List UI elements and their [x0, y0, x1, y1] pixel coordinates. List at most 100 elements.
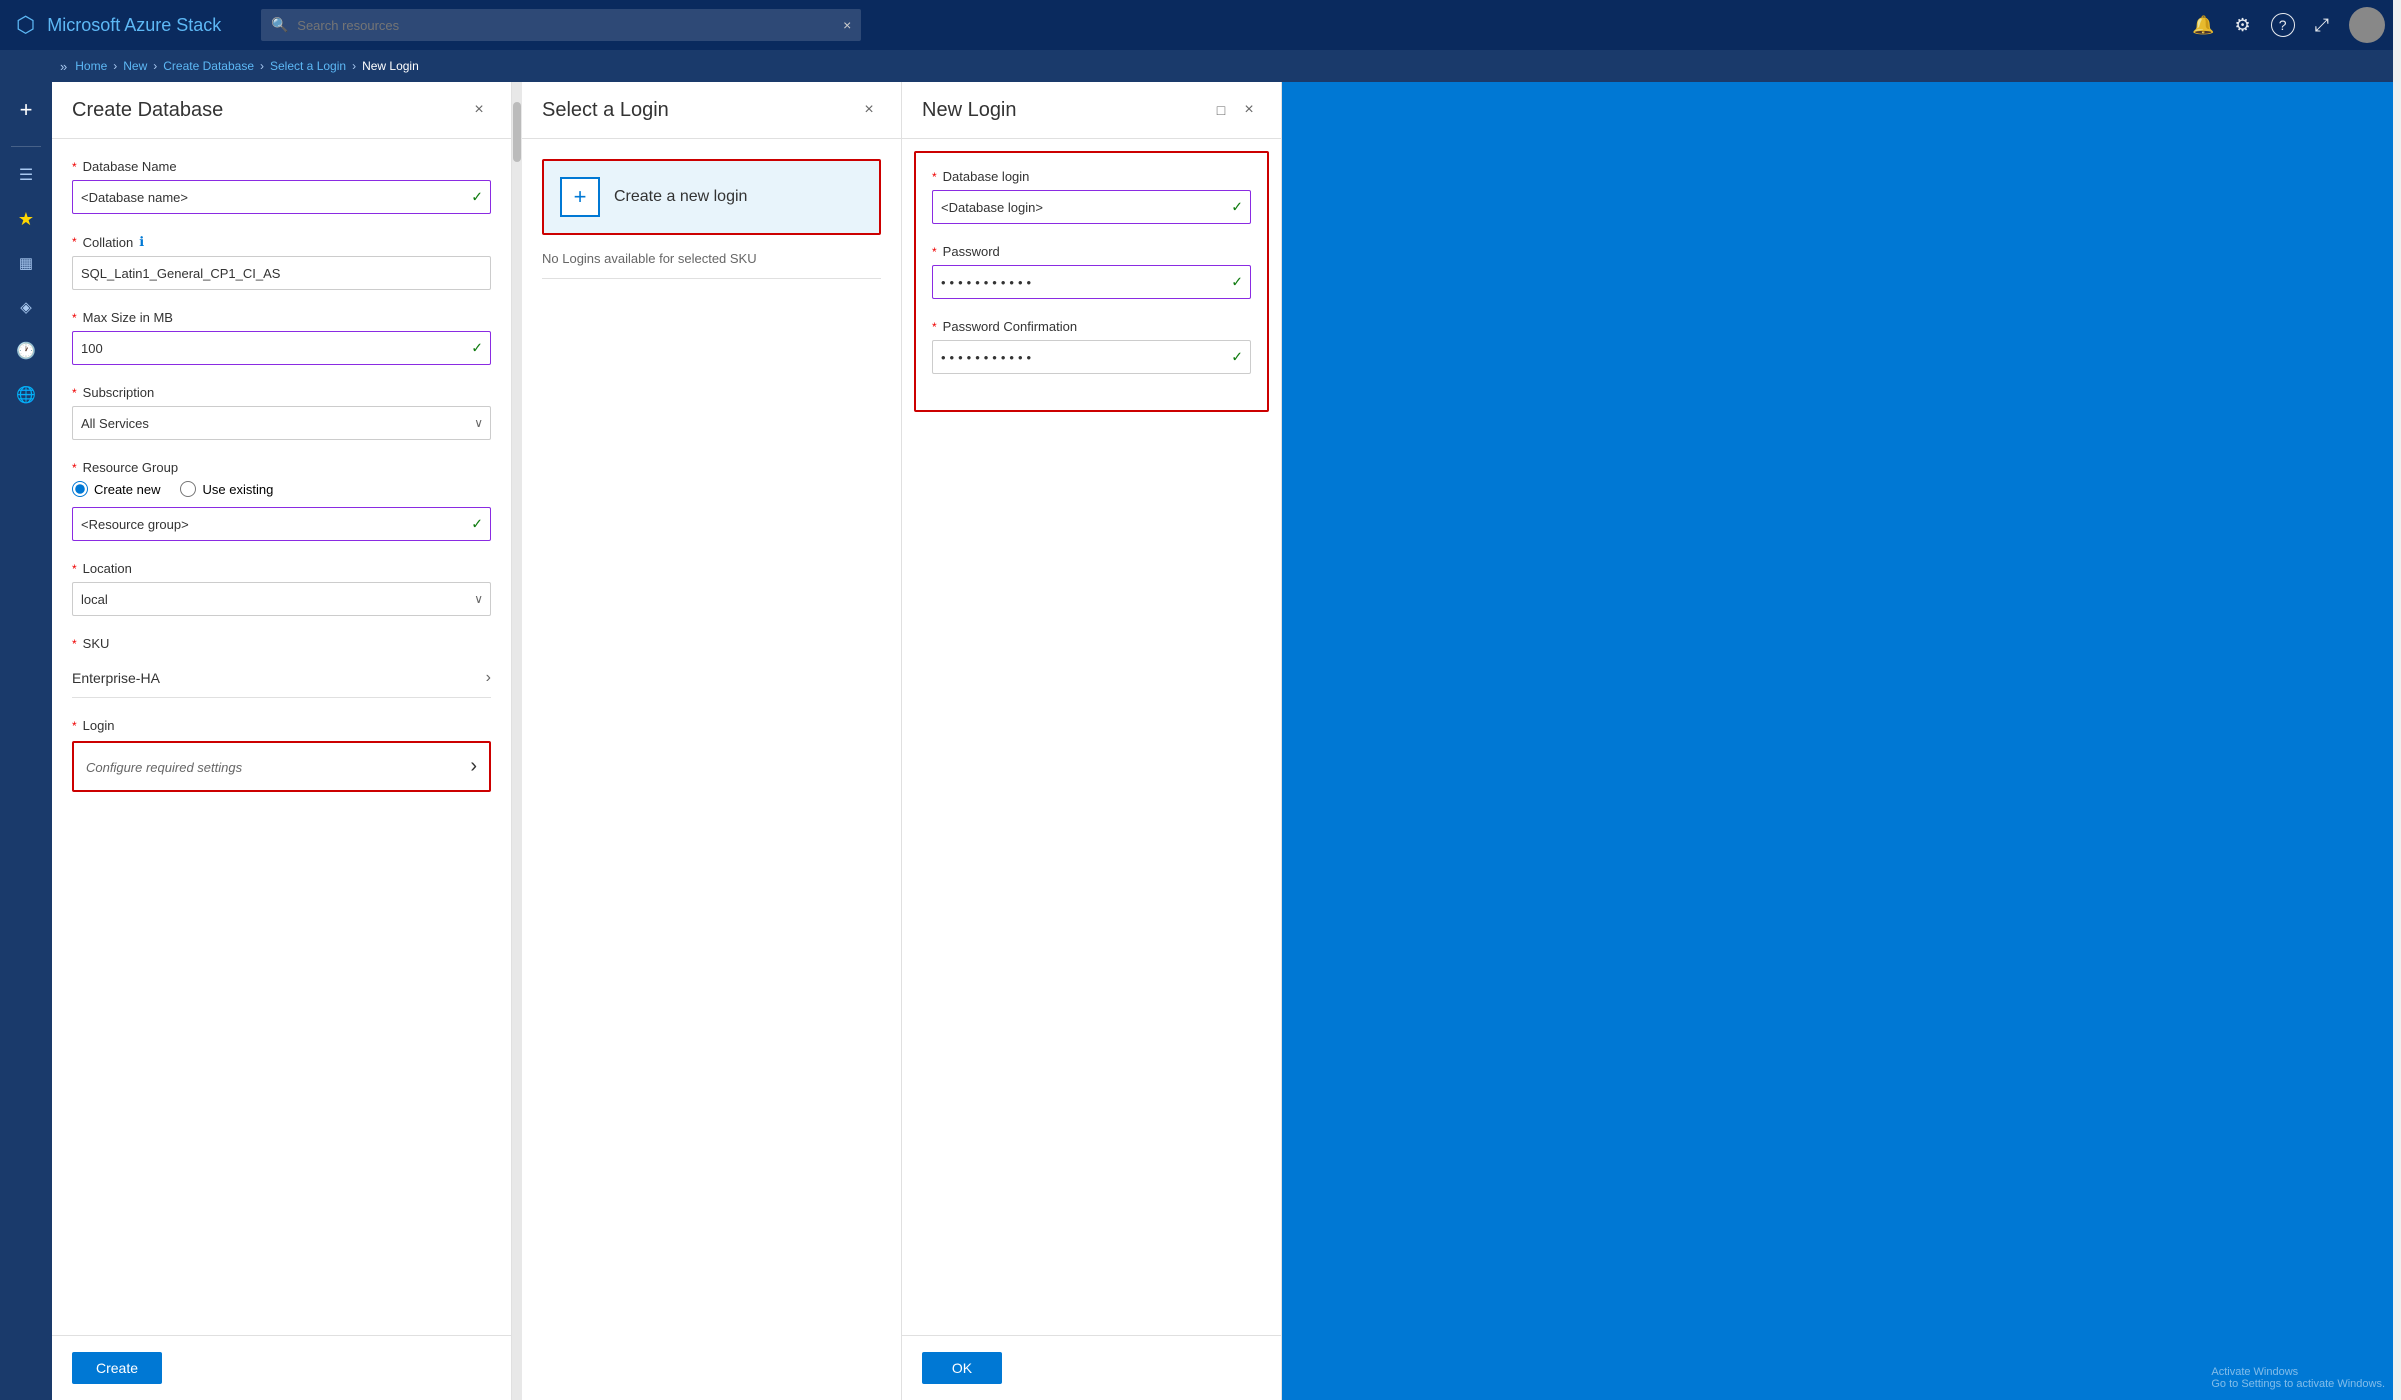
- sidebar-globe-icon[interactable]: 🌐: [6, 375, 46, 415]
- no-logins-text: No Logins available for selected SKU: [542, 251, 881, 279]
- panel1-scrollbar: [512, 82, 522, 1400]
- breadcrumb-expand-icon[interactable]: »: [60, 59, 67, 74]
- sku-required: *: [72, 637, 77, 651]
- ok-button[interactable]: OK: [922, 1352, 1002, 1384]
- login-row-content: Configure required settings: [86, 758, 242, 775]
- azure-logo-icon: ⬡: [16, 12, 35, 38]
- location-select[interactable]: local: [72, 582, 491, 616]
- search-input[interactable]: [261, 9, 861, 41]
- create-database-footer: Create: [52, 1335, 511, 1400]
- location-required: *: [72, 562, 77, 576]
- breadcrumb-create-db[interactable]: Create Database: [163, 59, 254, 73]
- resource-group-input-wrapper: ✓: [72, 507, 491, 541]
- gear-icon[interactable]: ⚙: [2234, 15, 2250, 36]
- subscription-group: * Subscription All Services ∨: [72, 385, 491, 440]
- feedback-icon[interactable]: ⤢: [2315, 15, 2329, 36]
- sidebar-favorites-icon[interactable]: ★: [6, 199, 46, 239]
- database-name-input-wrapper: ✓: [72, 180, 491, 214]
- right-blue-area: Activate WindowsGo to Settings to activa…: [1282, 82, 2401, 1400]
- breadcrumb: » Home › New › Create Database › Select …: [0, 50, 2401, 82]
- login-label: * Login: [72, 718, 491, 733]
- db-login-input[interactable]: [932, 190, 1251, 224]
- user-avatar[interactable]: [2349, 7, 2385, 43]
- search-bar: 🔍 ×: [261, 9, 861, 41]
- subscription-select-wrapper: All Services ∨: [72, 406, 491, 440]
- new-login-maximize-icon[interactable]: □: [1209, 98, 1233, 122]
- subscription-select[interactable]: All Services: [72, 406, 491, 440]
- password-confirm-input-wrapper: ✓: [932, 340, 1251, 374]
- password-check-icon: ✓: [1231, 274, 1243, 291]
- new-login-header-actions: □ ×: [1209, 98, 1261, 122]
- select-login-title: Select a Login: [542, 99, 669, 122]
- breadcrumb-home[interactable]: Home: [75, 59, 107, 73]
- radio-create-new-input[interactable]: [72, 481, 88, 497]
- new-login-close-button[interactable]: ×: [1237, 98, 1261, 122]
- new-login-panel: New Login □ × * Database login: [902, 82, 1282, 1400]
- app-title: Microsoft Azure Stack: [47, 15, 221, 36]
- db-login-group: * Database login ✓: [932, 169, 1251, 224]
- database-name-input[interactable]: [72, 180, 491, 214]
- create-database-close-button[interactable]: ×: [467, 98, 491, 122]
- rg-required: *: [72, 461, 77, 475]
- location-label: * Location: [72, 561, 491, 576]
- sidebar-dashboard-icon[interactable]: ▦: [6, 243, 46, 283]
- password-confirm-input[interactable]: [932, 340, 1251, 374]
- plus-box-icon: +: [560, 177, 600, 217]
- collation-required: *: [72, 235, 77, 249]
- sku-group: * SKU Enterprise-HA ›: [72, 636, 491, 698]
- radio-create-new[interactable]: Create new: [72, 481, 160, 497]
- password-confirm-check-icon: ✓: [1231, 349, 1243, 366]
- breadcrumb-new[interactable]: New: [123, 59, 147, 73]
- create-button[interactable]: Create: [72, 1352, 162, 1384]
- login-required: *: [72, 719, 77, 733]
- db-login-required: *: [932, 170, 937, 184]
- radio-use-existing[interactable]: Use existing: [180, 481, 273, 497]
- bell-icon[interactable]: 🔔: [2192, 15, 2214, 36]
- login-chevron-icon: ›: [470, 755, 477, 778]
- password-group: * Password ✓: [932, 244, 1251, 299]
- main-layout: + ☰ ★ ▦ ◈ 🕐 🌐 Create Database × *: [0, 82, 2401, 1400]
- collation-group: * Collation ℹ: [72, 234, 491, 290]
- resource-group-input[interactable]: [72, 507, 491, 541]
- db-login-check-icon: ✓: [1231, 199, 1243, 216]
- sku-row[interactable]: Enterprise-HA ›: [72, 659, 491, 698]
- collation-input[interactable]: [72, 256, 491, 290]
- breadcrumb-sep-1: ›: [113, 59, 117, 73]
- select-login-close-button[interactable]: ×: [857, 98, 881, 122]
- sidebar: + ☰ ★ ▦ ◈ 🕐 🌐: [0, 82, 52, 1400]
- select-login-panel: Select a Login × + Create a new login No…: [522, 82, 902, 1400]
- password-input[interactable]: [932, 265, 1251, 299]
- create-database-title: Create Database: [72, 99, 223, 122]
- max-size-input[interactable]: [72, 331, 491, 365]
- max-size-group: * Max Size in MB ✓: [72, 310, 491, 365]
- max-size-check-icon: ✓: [471, 340, 483, 357]
- db-login-label: * Database login: [932, 169, 1251, 184]
- breadcrumb-sep-3: ›: [260, 59, 264, 73]
- top-nav: ⬡ Microsoft Azure Stack 🔍 × 🔔 ⚙ ? ⤢: [0, 0, 2401, 50]
- sidebar-history-icon[interactable]: 🕐: [6, 331, 46, 371]
- max-size-label: * Max Size in MB: [72, 310, 491, 325]
- help-icon[interactable]: ?: [2271, 13, 2295, 37]
- sidebar-menu-icon[interactable]: ☰: [6, 155, 46, 195]
- password-confirm-group: * Password Confirmation ✓: [932, 319, 1251, 374]
- database-name-check-icon: ✓: [471, 189, 483, 206]
- sidebar-divider-1: [11, 146, 41, 147]
- sidebar-resources-icon[interactable]: ◈: [6, 287, 46, 327]
- database-name-label: * Database Name: [72, 159, 491, 174]
- login-configure-row[interactable]: Configure required settings ›: [72, 741, 491, 792]
- sidebar-add-icon[interactable]: +: [6, 90, 46, 130]
- password-required: *: [932, 245, 937, 259]
- panels-area: Create Database × * Database Name: [52, 82, 2401, 1400]
- new-login-panel-header: New Login □ ×: [902, 82, 1281, 139]
- db-name-required: *: [72, 160, 77, 174]
- breadcrumb-select-login[interactable]: Select a Login: [270, 59, 346, 73]
- search-clear-icon[interactable]: ×: [843, 17, 851, 33]
- breadcrumb-sep-2: ›: [153, 59, 157, 73]
- create-new-login-card[interactable]: + Create a new login: [542, 159, 881, 235]
- sku-value: Enterprise-HA: [72, 670, 160, 686]
- create-new-login-label: Create a new login: [614, 188, 747, 206]
- collation-input-wrapper: [72, 256, 491, 290]
- collation-info-icon[interactable]: ℹ: [139, 234, 144, 250]
- radio-use-existing-input[interactable]: [180, 481, 196, 497]
- password-input-wrapper: ✓: [932, 265, 1251, 299]
